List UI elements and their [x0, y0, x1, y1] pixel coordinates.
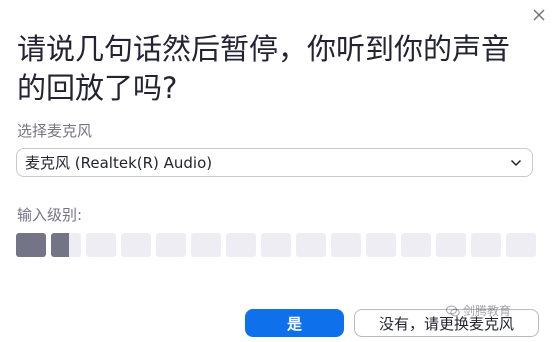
yes-button[interactable]: 是: [245, 309, 344, 337]
microphone-select-value: 麦克风 (Realtek(R) Audio): [25, 154, 213, 172]
microphone-label: 选择麦克风: [17, 122, 93, 140]
input-level-segment: [471, 233, 501, 257]
dialog-title: 请说几句话然后暂停，你听到你的声音的回放了吗?: [17, 32, 511, 105]
input-level-meter: [16, 233, 536, 257]
input-level-segment: [366, 233, 396, 257]
input-level-segment: [191, 233, 221, 257]
input-level-segment: [226, 233, 256, 257]
input-level-label: 输入级别:: [17, 206, 83, 224]
microphone-select[interactable]: 麦克风 (Realtek(R) Audio): [16, 148, 533, 177]
input-level-segment: [506, 233, 536, 257]
input-level-segment: [436, 233, 466, 257]
close-icon: [533, 9, 545, 21]
input-level-segment: [156, 233, 186, 257]
input-level-segment: [296, 233, 326, 257]
close-button[interactable]: [530, 6, 548, 24]
input-level-segment: [51, 233, 81, 257]
input-level-segment: [121, 233, 151, 257]
input-level-segment: [261, 233, 291, 257]
input-level-segment: [331, 233, 361, 257]
input-level-segment: [16, 233, 46, 257]
change-microphone-button[interactable]: 没有，请更换麦克风: [354, 309, 539, 337]
chevron-down-icon: [510, 157, 522, 169]
input-level-segment: [86, 233, 116, 257]
input-level-segment: [401, 233, 431, 257]
